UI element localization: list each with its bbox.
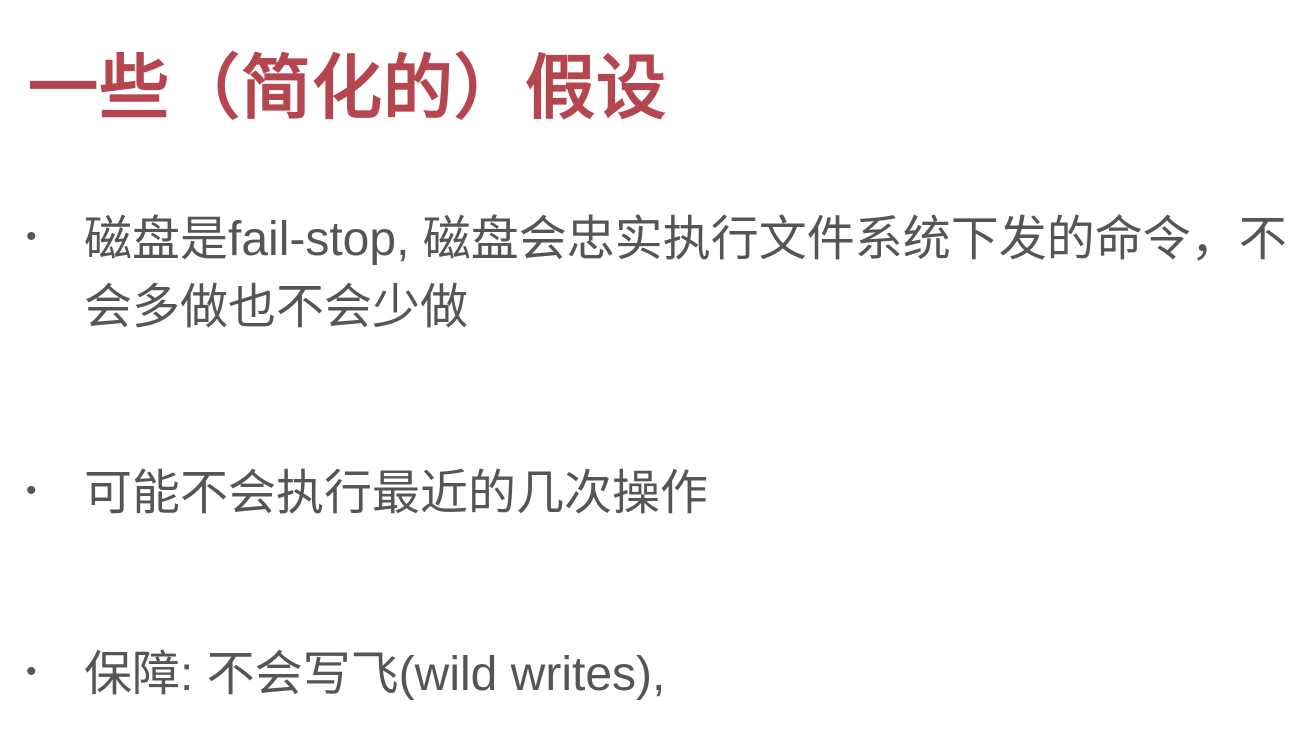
bullet-marker: •	[26, 474, 37, 507]
slide: 一些（简化的）假设 • 磁盘是fail-stop, 磁盘会忠实执行文件系统下发的…	[0, 0, 1314, 738]
bullet-marker: •	[26, 220, 37, 253]
bullet-text: 保障: 不会写飞(wild writes),	[84, 648, 666, 701]
bullet-text: 磁盘是fail-stop, 磁盘会忠实执行文件系统下发的命令，不会多做也不会少做	[84, 213, 1287, 334]
bullet-marker: •	[26, 655, 37, 688]
slide-title: 一些（简化的）假设	[28, 49, 667, 127]
bullet-text: 可能不会执行最近的几次操作	[84, 467, 709, 520]
